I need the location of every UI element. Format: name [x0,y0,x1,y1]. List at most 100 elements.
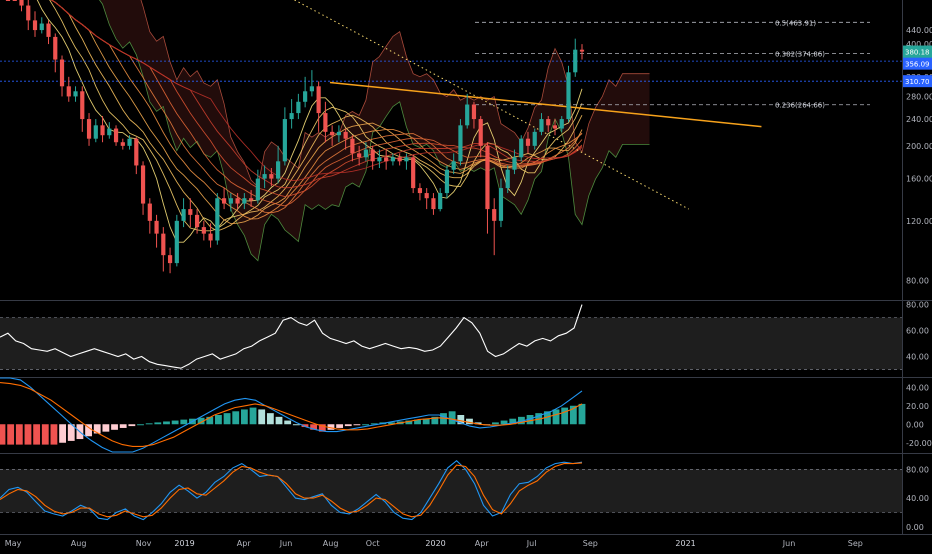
x-axis-label: Jul [526,539,537,548]
candle-body [282,119,287,162]
candle-body [113,128,119,143]
candle-body [120,142,125,146]
candle-body [276,161,281,179]
x-axis-label: Apr [237,539,252,548]
stoch-tick-label: 40.00 [906,494,929,503]
price-tick-label: 280.00 [906,92,932,101]
macd-histogram-bar [171,420,179,425]
macd-histogram-bar [561,407,569,425]
macd-histogram-bar [145,423,153,425]
candle-body [127,138,132,146]
candle-body [242,198,247,204]
candle-body [46,23,51,37]
candle-body [539,119,544,132]
macd-tick-label: 20.00 [906,402,929,411]
macd-histogram-bar [223,413,231,425]
x-axis-label: 2021 [675,539,695,548]
x-axis-label: Oct [366,539,380,548]
macd-histogram-bar [249,407,257,425]
price-label-text: 356.09 [905,61,930,69]
macd-histogram-bar [232,411,240,425]
macd-histogram-bar [33,424,41,445]
candle-body [336,131,341,136]
candle-body [174,220,179,264]
macd-histogram-bar [292,424,300,426]
macd-histogram-bar [0,424,6,445]
x-axis-label: Sep [583,539,598,548]
x-axis-label: Apr [475,539,490,548]
macd-histogram-bar [215,415,222,425]
candle-body [147,203,152,221]
macd-histogram-bar [180,419,188,425]
candle-body [215,198,220,241]
candle-body [249,198,254,201]
x-axis-label: Jun [279,539,293,548]
price-tick-label: 80.00 [906,276,929,285]
candle-body [289,113,294,120]
candle-body [93,125,98,139]
candle-body [167,255,173,264]
rsi-band [0,317,902,370]
candle-body [323,113,328,132]
price-tick-label: 200.00 [906,142,932,151]
candle-body [12,0,17,1]
candle-body [404,157,409,162]
candle-body [303,91,308,102]
candle-body [181,209,186,221]
price-label-text: 310.70 [905,78,930,86]
price-tick-label: 240.00 [906,115,932,124]
candle-body [100,125,105,136]
macd-histogram-bar [284,420,292,425]
candle-body [235,198,240,204]
x-axis-label: Jun [782,539,796,548]
chart-svg: 440.00400.00360.00320.00280.00240.00200.… [0,0,932,550]
candle-body [262,174,267,179]
candle-body [269,174,274,179]
candle-body [201,227,206,234]
candle-body [39,23,44,31]
candle-body [512,157,517,170]
stoch-band [0,469,902,513]
candle-body [5,0,11,1]
candle-body [161,233,166,256]
candle-body [66,86,71,97]
candle-body [86,119,92,139]
candle-body [357,153,362,158]
candle-body [573,49,578,73]
candle-body [140,165,146,204]
candle-body [194,214,200,228]
x-axis-label: Nov [136,539,152,548]
macd-histogram-bar [344,424,352,427]
macd-histogram-bar [240,409,248,425]
candle-body [255,178,260,201]
macd-histogram-bar [552,409,560,425]
candle-body [316,86,321,114]
candle-body [579,49,585,52]
x-axis-label: Aug [71,539,87,548]
candle-body [222,198,227,204]
candle-body [370,149,375,162]
candle-body [498,188,504,221]
macd-histogram-bar [336,424,344,428]
candle-body [424,193,429,199]
macd-histogram-bar [119,424,127,428]
candle-body [505,169,510,189]
candle-body [492,209,497,221]
price-tick-label: 440.00 [906,26,932,35]
rsi-tick-label: 80.00 [906,301,929,310]
macd-histogram-bar [266,413,274,425]
candle-body [309,86,314,92]
candle-body [519,138,524,158]
candle-body [384,157,389,162]
macd-histogram-bar [448,411,456,425]
candle-body [228,198,233,204]
macd-histogram-bar [15,424,23,445]
candle-body [451,161,456,170]
candle-body [208,233,213,241]
candle-body [19,0,24,6]
candle-body [330,131,335,136]
candle-body [478,119,483,146]
candle-body [431,198,436,210]
x-axis-label: May [5,539,22,548]
macd-histogram-bar [111,424,118,430]
